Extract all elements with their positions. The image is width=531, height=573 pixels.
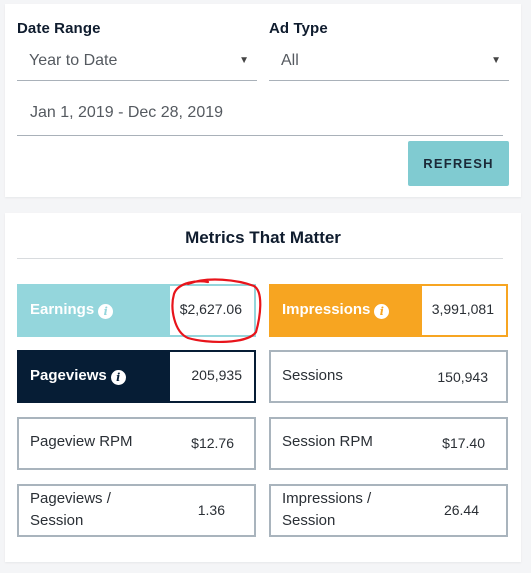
info-icon[interactable]: i xyxy=(110,370,126,385)
filters-card: Date Range Ad Type Year to Date ▼ All ▼ … xyxy=(5,4,521,197)
date-range-input-value: Jan 1, 2019 - Dec 28, 2019 xyxy=(30,104,224,121)
ad-type-select[interactable]: All ▼ xyxy=(269,43,509,81)
metric-label: Earnings i xyxy=(30,299,114,321)
impressions-per-session-value: 26.44 xyxy=(443,502,479,518)
metric-tile-pageviews-per-session[interactable]: Pageviews / Session 1.36 xyxy=(17,484,256,537)
ad-type-value: All xyxy=(281,52,299,69)
date-range-select[interactable]: Year to Date ▼ xyxy=(17,43,257,81)
pageviews-per-session-value: 1.36 xyxy=(197,502,225,518)
earnings-value: $2,627.06 xyxy=(179,301,242,317)
date-range-input[interactable]: Jan 1, 2019 - Dec 28, 2019 xyxy=(17,96,503,136)
chevron-down-icon: ▼ xyxy=(491,55,501,66)
metric-label: Pageviews / Session xyxy=(30,488,111,532)
metric-label-text: Pageviews xyxy=(30,367,107,384)
pageviews-value: 205,935 xyxy=(191,367,242,383)
metric-label: Pageview RPM xyxy=(30,433,133,450)
metric-label-line: Session xyxy=(30,512,84,529)
metric-label-line: Session xyxy=(282,512,336,529)
divider xyxy=(17,258,503,259)
metrics-title: Metrics That Matter xyxy=(185,228,341,247)
ad-type-label: Ad Type xyxy=(269,20,328,37)
metric-label-line: Pageviews / xyxy=(30,490,111,507)
metric-label: Sessions xyxy=(282,367,343,384)
metric-value-box: 3,991,081 xyxy=(422,286,506,335)
metric-value-box: 205,935 xyxy=(170,352,254,401)
metric-tile-impressions[interactable]: Impressions i 3,991,081 xyxy=(269,284,508,337)
metric-label: Impressions / Session xyxy=(282,488,371,532)
pageview-rpm-value: $12.76 xyxy=(191,435,234,451)
date-range-value: Year to Date xyxy=(29,52,118,69)
metric-label-line: Impressions / xyxy=(282,490,372,507)
metric-label: Pageviews i xyxy=(30,365,126,387)
metrics-card: Metrics That Matter Earnings i $2,627.06 … xyxy=(5,213,521,562)
metric-tile-impressions-per-session[interactable]: Impressions / Session 26.44 xyxy=(269,484,508,537)
info-icon[interactable]: i xyxy=(98,304,114,319)
metric-tile-sessions[interactable]: Sessions 150,943 xyxy=(269,350,508,403)
refresh-button[interactable]: REFRESH xyxy=(408,141,509,186)
metric-tile-pageview-rpm[interactable]: Pageview RPM $12.76 xyxy=(17,417,256,470)
metric-label-text: Earnings xyxy=(30,301,95,318)
metric-value-box: $2,627.06 xyxy=(170,286,254,335)
sessions-value: 150,943 xyxy=(437,369,488,385)
info-icon[interactable]: i xyxy=(374,304,390,319)
chevron-down-icon: ▼ xyxy=(239,55,249,66)
impressions-value: 3,991,081 xyxy=(431,301,494,317)
metric-label: Impressions i xyxy=(282,299,390,321)
session-rpm-value: $17.40 xyxy=(442,435,485,451)
metric-tile-pageviews[interactable]: Pageviews i 205,935 xyxy=(17,350,256,403)
metric-label-text: Impressions xyxy=(282,301,371,318)
metric-label: Session RPM xyxy=(282,433,373,450)
metric-tile-session-rpm[interactable]: Session RPM $17.40 xyxy=(269,417,508,470)
metric-tile-earnings[interactable]: Earnings i $2,627.06 xyxy=(17,284,256,337)
date-range-label: Date Range xyxy=(17,20,101,37)
